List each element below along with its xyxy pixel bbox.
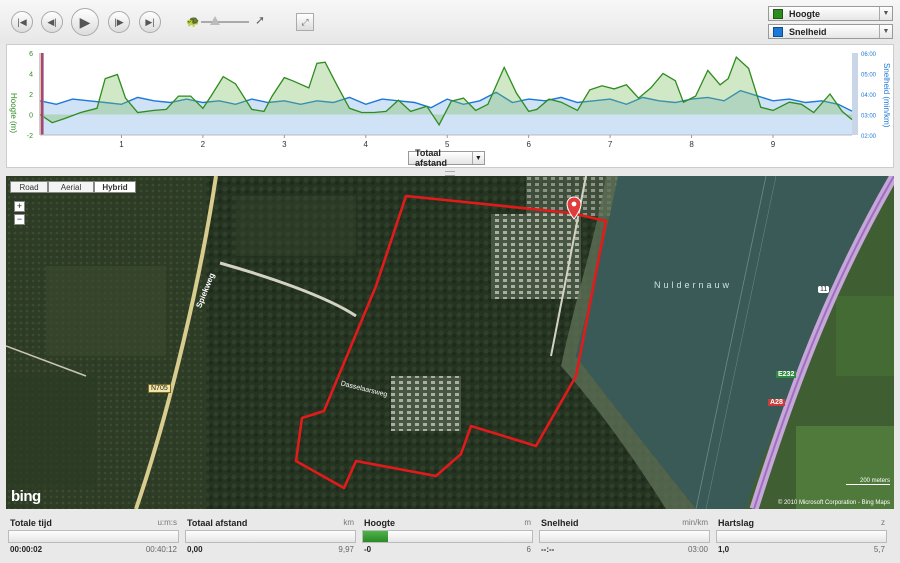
right-axis-band <box>852 53 858 135</box>
stat-label: Totale tijd <box>10 518 52 528</box>
tab-road[interactable]: Road <box>10 181 48 193</box>
stat-progress-bar <box>185 530 356 543</box>
map-label-nuldernauw: Nuldernauw <box>654 280 733 290</box>
y-right-tick-label: 03:00 <box>861 114 877 120</box>
y-right-tick-label: 05:00 <box>861 73 877 79</box>
turtle-icon: 🐢 <box>186 16 200 28</box>
stat-panel: Hoogte m -0 6 <box>360 515 535 559</box>
expand-icon: ⤢ <box>301 16 309 27</box>
stat-label: Hartslag <box>718 518 755 528</box>
series-selector-1[interactable]: Hoogte ▼ <box>768 6 893 21</box>
play-icon: ▶ <box>79 13 91 30</box>
x-tick-label: 2 <box>201 140 206 149</box>
series-selector-label: Snelheid <box>789 26 827 37</box>
zoom-in-button[interactable]: + <box>14 201 25 212</box>
left-axis-label: Hoogte (m) <box>9 93 18 133</box>
skip-end-button[interactable]: ▶| <box>139 11 161 33</box>
y-left-tick-label: -2 <box>27 133 33 140</box>
profile-chart-panel: Hoogte (m) Snelheid (min/km) 6 4 2 0 -2 06:00… <box>6 44 894 168</box>
x-axis-dropdown[interactable]: Totaal afstand ▼ <box>408 148 485 168</box>
stat-max-value: 03:00 <box>687 545 708 554</box>
stat-label: Totaal afstand <box>187 518 248 528</box>
rewind-button[interactable]: ◀| <box>41 11 63 33</box>
stat-progress-bar <box>539 530 710 543</box>
stat-current-value: 1,0 <box>718 545 730 554</box>
right-axis-label: Snelheid (min/km) <box>882 63 891 128</box>
play-button[interactable]: ▶ <box>71 8 99 36</box>
x-tick-label: 9 <box>771 140 776 149</box>
stat-progress-fill <box>363 531 389 542</box>
skip-start-button[interactable]: |◀ <box>11 11 33 33</box>
y-right-tick-label: 06:00 <box>861 52 877 58</box>
stat-label: Hoogte <box>364 518 395 528</box>
map-copyright: © 2010 Microsoft Corporation - Bing Maps <box>777 500 890 506</box>
stat-unit: min/km <box>682 518 708 527</box>
map-type-tabs: Road Aerial Hybrid <box>10 181 136 193</box>
stat-panel: Totaal afstand km 0,00 9,97 <box>183 515 358 559</box>
stat-current-value: --:-- <box>541 545 555 554</box>
x-axis-dropdown-label: Totaal afstand <box>415 148 448 168</box>
map-shield-e232: E232 <box>776 371 797 378</box>
x-tick-label: 1 <box>119 140 124 149</box>
y-left-tick-label: 6 <box>29 51 33 58</box>
stat-unit: km <box>343 518 354 527</box>
series-selector-2[interactable]: Snelheid ▼ <box>768 24 893 39</box>
x-tick-label: 7 <box>608 140 613 149</box>
plus-icon: + <box>16 201 23 211</box>
fast-forward-icon: |▶ <box>114 16 124 27</box>
x-tick-label: 6 <box>526 140 531 149</box>
map-scale-bar: 200 meters <box>846 478 890 485</box>
rewind-icon: ◀| <box>47 16 57 27</box>
stat-panel: Snelheid min/km --:-- 03:00 <box>537 515 712 559</box>
stat-panel: Hartslag z 1,0 5,7 <box>714 515 889 559</box>
series-selector-label: Hoogte <box>789 8 820 19</box>
stat-max-value: 5,7 <box>873 545 885 554</box>
stat-max-value: 00:40:12 <box>145 545 177 554</box>
x-tick-label: 3 <box>282 140 287 149</box>
speed-slider-thumb[interactable] <box>210 16 221 25</box>
map-shield-11: 11 <box>818 286 830 293</box>
stat-current-value: 00:00:02 <box>10 545 43 554</box>
map-shield-a28: A28 <box>768 399 785 406</box>
tab-hybrid[interactable]: Hybrid <box>94 181 136 193</box>
stat-max-value: 9,97 <box>338 545 354 554</box>
map-view[interactable]: Spiekweg N705 Nuldernauw Dasselaarsweg E… <box>6 176 894 509</box>
y-left-tick-label: 0 <box>29 113 33 120</box>
tab-aerial[interactable]: Aerial <box>48 181 94 193</box>
y-right-tick-label: 02:00 <box>861 134 877 140</box>
fullscreen-button[interactable]: ⤢ <box>296 13 314 31</box>
stat-unit: m <box>524 518 531 527</box>
y-left-tick-label: 2 <box>29 92 33 99</box>
skip-start-icon: |◀ <box>17 16 27 27</box>
minus-icon: − <box>16 214 23 224</box>
map-imagery <box>6 176 894 509</box>
stat-label: Snelheid <box>541 518 579 528</box>
chevron-down-icon: ▼ <box>879 25 892 38</box>
x-tick-label: 8 <box>689 140 694 149</box>
stat-progress-bar <box>8 530 179 543</box>
stat-unit: u:m:s <box>157 518 177 527</box>
stat-current-value: 0,00 <box>187 545 203 554</box>
x-tick-label: 4 <box>364 140 369 149</box>
zoom-out-button[interactable]: − <box>14 214 25 225</box>
color-swatch <box>773 26 783 37</box>
color-swatch <box>773 8 783 19</box>
hare-icon: ➚ <box>255 13 266 27</box>
player-toolbar: |◀ ◀| ▶ |▶ ▶| 🐢 ➚ ⤢ Hoogte ▼ Snelheid ▼ <box>0 0 900 44</box>
y-left-tick-label: 4 <box>29 72 33 79</box>
chevron-down-icon: ▼ <box>471 152 484 164</box>
speed-slider[interactable] <box>201 21 249 23</box>
stat-panel: Totale tijd u:m:s 00:00:02 00:40:12 <box>6 515 181 559</box>
skip-end-icon: ▶| <box>145 16 155 27</box>
chevron-down-icon: ▼ <box>879 7 892 20</box>
map-shield-n705: N705 <box>148 384 171 393</box>
stat-unit: z <box>881 518 885 527</box>
stat-progress-bar <box>716 530 887 543</box>
y-right-tick-label: 04:00 <box>861 93 877 99</box>
stat-current-value: -0 <box>364 545 372 554</box>
fast-forward-button[interactable]: |▶ <box>108 11 130 33</box>
bing-logo: bing <box>11 488 41 505</box>
stat-max-value: 6 <box>526 545 531 554</box>
stat-progress-bar <box>362 530 533 543</box>
